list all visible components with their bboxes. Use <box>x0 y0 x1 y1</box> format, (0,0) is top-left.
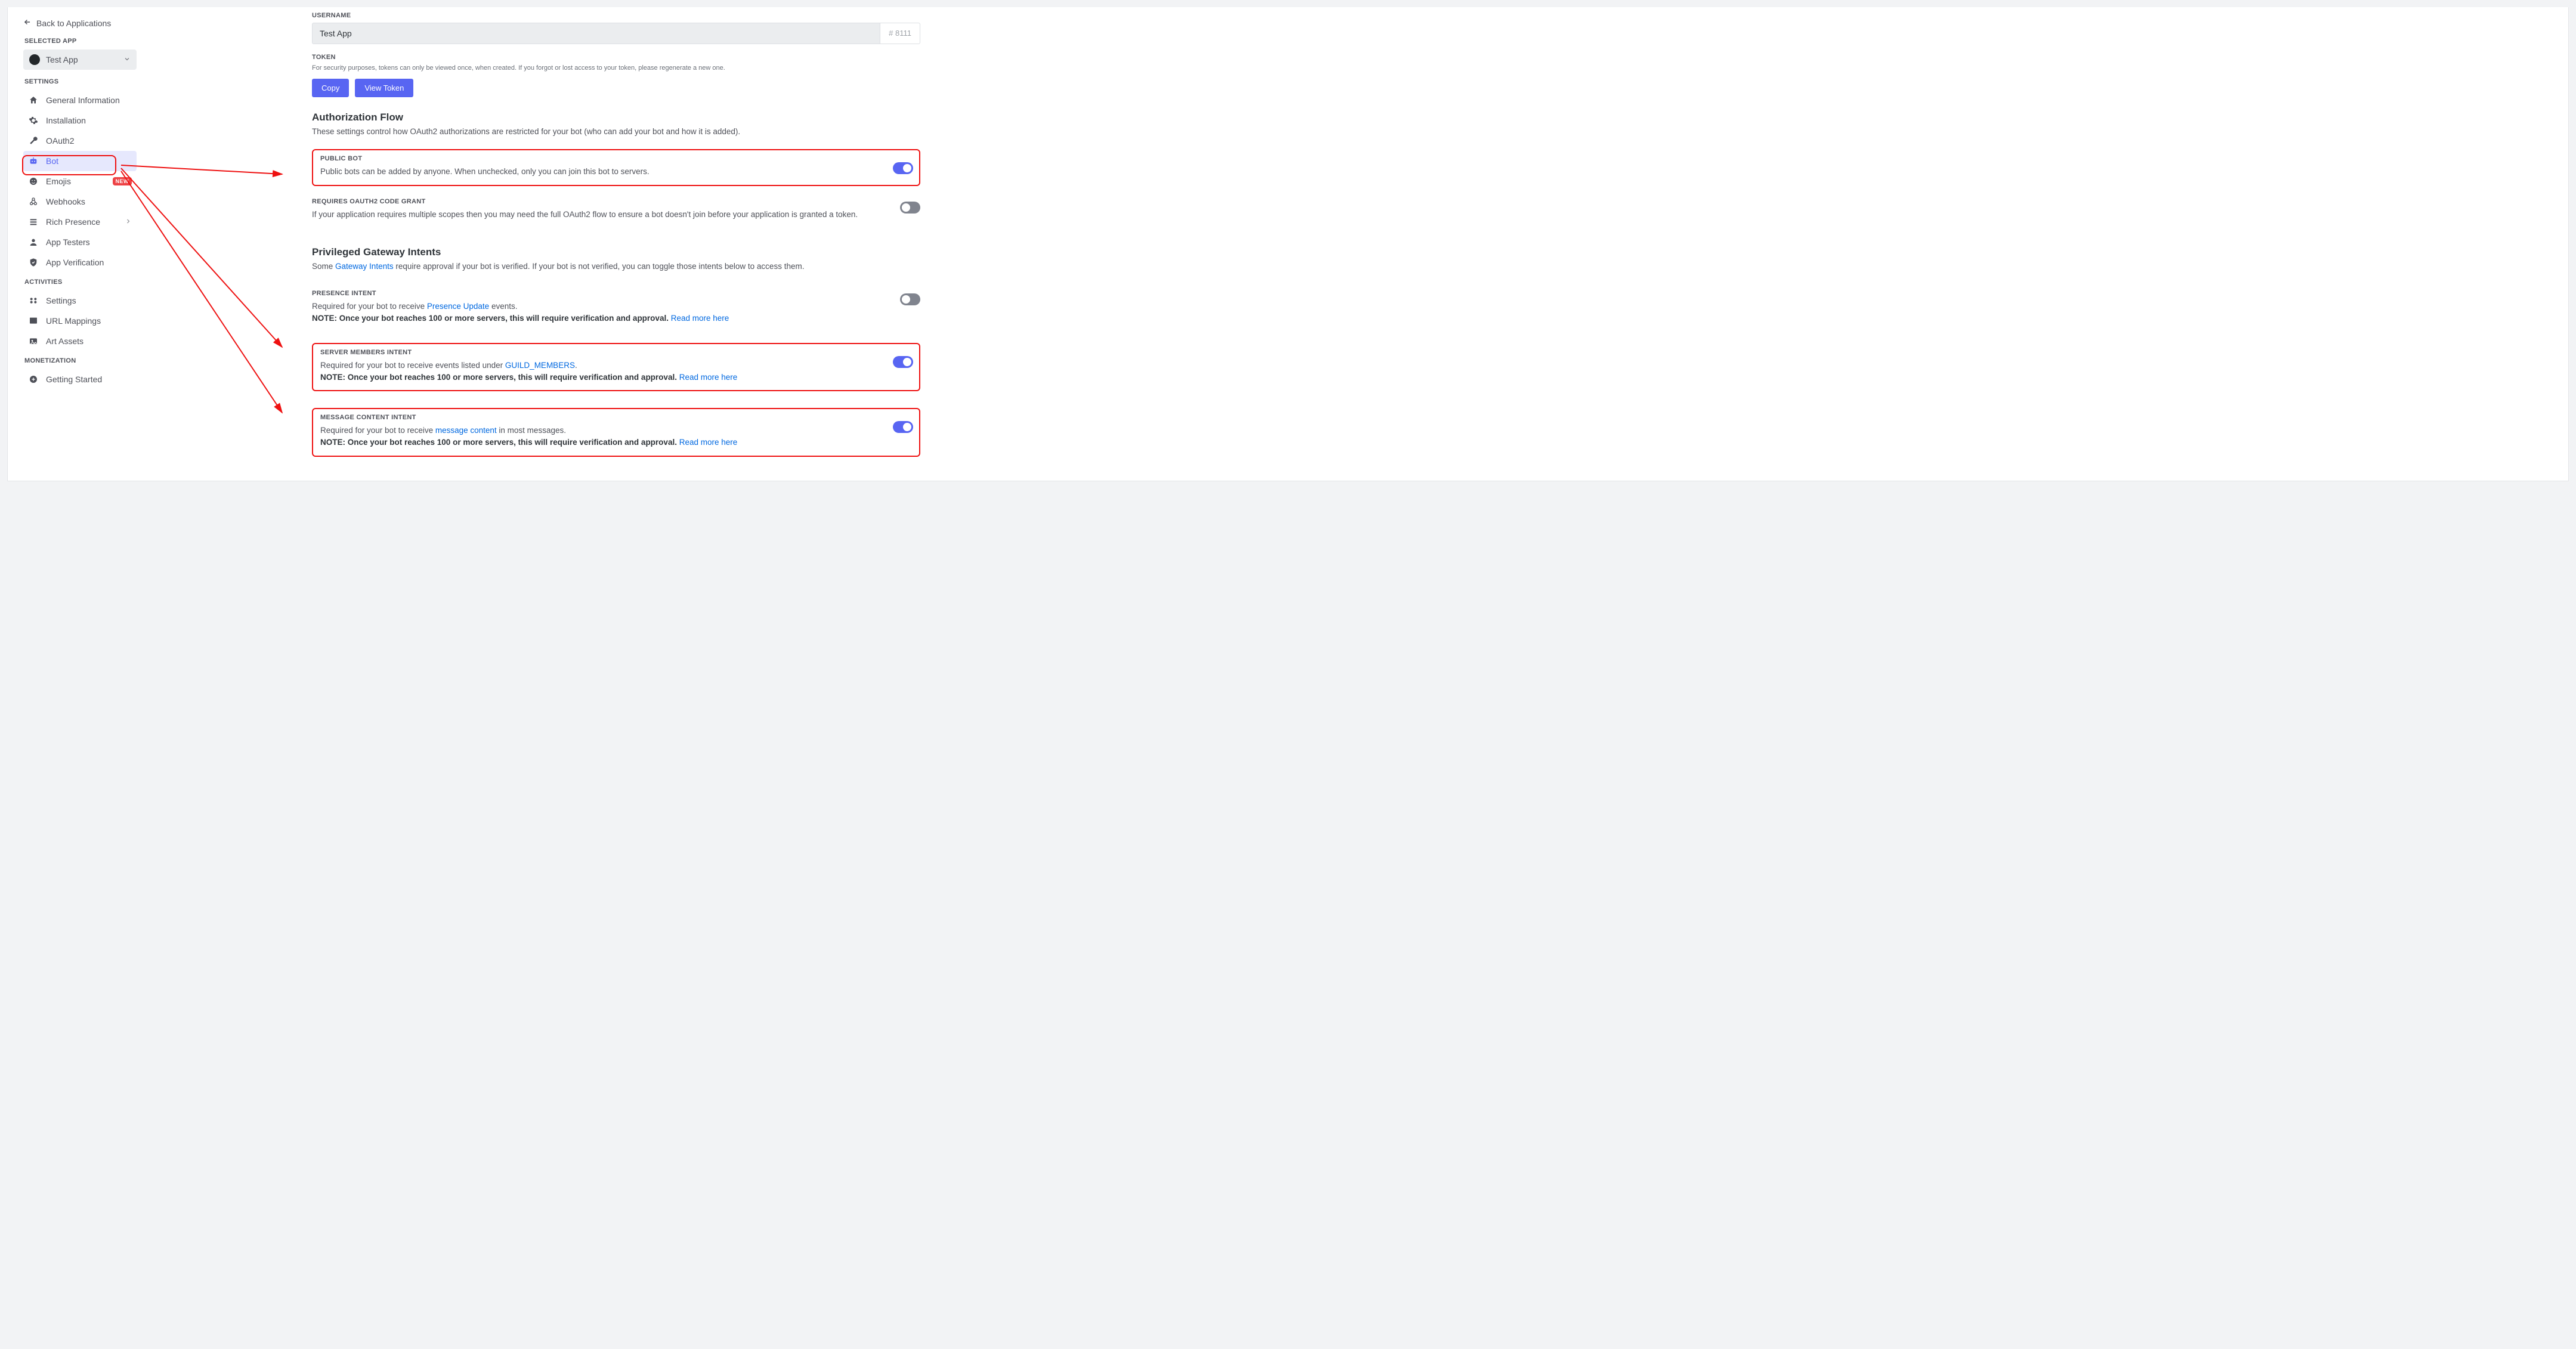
username-discriminator: # 8111 <box>880 23 920 44</box>
nav-label: OAuth2 <box>46 136 74 146</box>
public-bot-desc: Public bots can be added by anyone. When… <box>320 166 912 178</box>
public-bot-toggle[interactable] <box>893 162 913 174</box>
presence-read-more-link[interactable]: Read more here <box>671 314 729 323</box>
nav-label: App Verification <box>46 258 104 267</box>
presence-intent-block: PRESENCE INTENT Required for your bot to… <box>312 284 920 332</box>
wrench-icon <box>28 135 39 146</box>
list-icon <box>28 216 39 227</box>
back-to-applications[interactable]: Back to Applications <box>23 18 137 28</box>
arrow-left-icon <box>23 18 32 28</box>
sidebar: Back to Applications SELECTED APP Test A… <box>8 7 145 481</box>
auth-flow-desc: These settings control how OAuth2 author… <box>312 127 920 136</box>
nav-label: App Testers <box>46 237 90 247</box>
webhook-icon <box>28 196 39 207</box>
requires-oauth-block: REQUIRES OAUTH2 CODE GRANT If your appli… <box>312 192 920 229</box>
nav-label: Bot <box>46 156 58 166</box>
annotation-highlight-message-content: MESSAGE CONTENT INTENT Required for your… <box>312 408 920 456</box>
main-content: USERNAME # 8111 TOKEN For security purpo… <box>145 7 2568 481</box>
sidebar-item-webhooks[interactable]: Webhooks <box>23 191 137 212</box>
app-avatar <box>29 54 40 65</box>
nav-label: Rich Presence <box>46 217 100 227</box>
message-head: MESSAGE CONTENT INTENT <box>320 414 912 421</box>
sidebar-item-rich-presence[interactable]: Rich Presence <box>23 212 137 232</box>
link-icon <box>28 315 39 326</box>
members-read-more-link[interactable]: Read more here <box>679 373 738 382</box>
monetization-label: MONETIZATION <box>24 357 137 364</box>
sidebar-item-app-testers[interactable]: App Testers <box>23 232 137 252</box>
members-toggle[interactable] <box>893 356 913 368</box>
sidebar-item-getting-started[interactable]: Getting Started <box>23 369 137 389</box>
emoji-icon <box>28 176 39 187</box>
message-desc: Required for your bot to receive message… <box>320 425 912 448</box>
selected-app-label: SELECTED APP <box>24 38 137 45</box>
message-read-more-link[interactable]: Read more here <box>679 438 738 447</box>
gateway-title: Privileged Gateway Intents <box>312 246 920 258</box>
activities-label: ACTIVITIES <box>24 279 137 286</box>
message-content-link[interactable]: message content <box>435 426 497 435</box>
nav-label: Getting Started <box>46 375 102 384</box>
auth-flow-title: Authorization Flow <box>312 112 920 123</box>
message-toggle[interactable] <box>893 421 913 433</box>
gateway-intents-link[interactable]: Gateway Intents <box>335 262 394 271</box>
chevron-down-icon <box>123 55 131 64</box>
requires-oauth-head: REQUIRES OAUTH2 CODE GRANT <box>312 198 920 205</box>
presence-toggle[interactable] <box>900 293 920 305</box>
presence-head: PRESENCE INTENT <box>312 290 920 297</box>
nav-label: Webhooks <box>46 197 85 206</box>
presence-update-link[interactable]: Presence Update <box>427 302 489 311</box>
token-label: TOKEN <box>312 54 920 61</box>
sidebar-item-art-assets[interactable]: Art Assets <box>23 331 137 351</box>
public-bot-head: PUBLIC BOT <box>320 155 912 162</box>
guild-members-link[interactable]: GUILD_MEMBERS <box>505 361 575 370</box>
sidebar-item-app-verification[interactable]: App Verification <box>23 252 137 273</box>
chevron-right-icon <box>125 217 132 227</box>
person-icon <box>28 237 39 247</box>
sidebar-item-url-mappings[interactable]: URL Mappings <box>23 311 137 331</box>
members-desc: Required for your bot to receive events … <box>320 360 912 383</box>
members-head: SERVER MEMBERS INTENT <box>320 349 912 356</box>
sidebar-item-general[interactable]: General Information <box>23 90 137 110</box>
gear-icon <box>28 115 39 126</box>
token-hint: For security purposes, tokens can only b… <box>312 64 920 72</box>
robot-icon <box>28 156 39 166</box>
home-icon <box>28 95 39 106</box>
presence-desc: Required for your bot to receive Presenc… <box>312 301 920 324</box>
view-token-button[interactable]: View Token <box>355 79 413 97</box>
settings-label: SETTINGS <box>24 78 137 85</box>
back-label: Back to Applications <box>36 18 111 28</box>
requires-oauth-toggle[interactable] <box>900 202 920 214</box>
gateway-desc: Some Gateway Intents require approval if… <box>312 262 920 271</box>
badge-new: NEW <box>113 177 132 185</box>
nav-label: Installation <box>46 116 86 125</box>
annotation-highlight-public-bot: PUBLIC BOT Public bots can be added by a… <box>312 149 920 186</box>
nav-label: Emojis <box>46 177 71 186</box>
nav-label: General Information <box>46 95 120 105</box>
nav-label: URL Mappings <box>46 316 101 326</box>
shield-check-icon <box>28 257 39 268</box>
annotation-highlight-server-members: SERVER MEMBERS INTENT Required for your … <box>312 343 920 391</box>
app-name: Test App <box>46 55 78 64</box>
username-label: USERNAME <box>312 12 920 19</box>
nav-label: Settings <box>46 296 76 305</box>
sidebar-item-bot[interactable]: Bot <box>23 151 137 171</box>
requires-oauth-desc: If your application requires multiple sc… <box>312 209 920 221</box>
nav-label: Art Assets <box>46 336 84 346</box>
sidebar-item-emojis[interactable]: Emojis NEW <box>23 171 137 191</box>
plus-circle-icon <box>28 374 39 385</box>
app-selector[interactable]: Test App <box>23 49 137 70</box>
controller-icon <box>28 295 39 306</box>
copy-button[interactable]: Copy <box>312 79 349 97</box>
sidebar-item-installation[interactable]: Installation <box>23 110 137 131</box>
sidebar-item-activity-settings[interactable]: Settings <box>23 290 137 311</box>
username-input[interactable] <box>312 23 880 44</box>
sidebar-item-oauth2[interactable]: OAuth2 <box>23 131 137 151</box>
image-icon <box>28 336 39 346</box>
